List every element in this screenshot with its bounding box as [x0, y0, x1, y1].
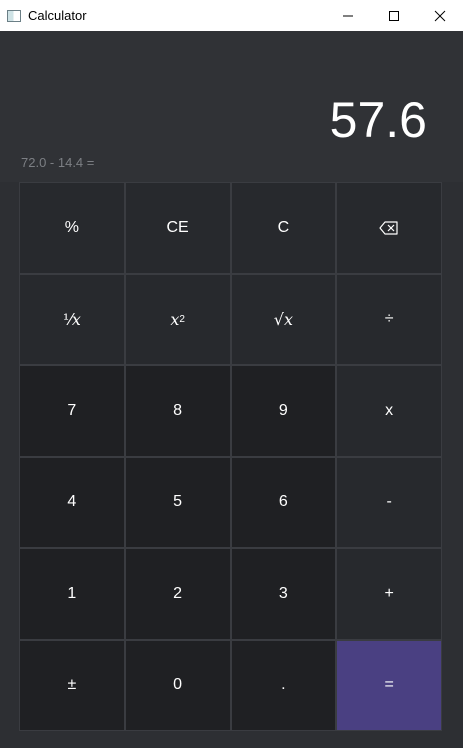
multiply-button[interactable]: x — [337, 366, 441, 456]
sqrt-symbol: √ — [273, 309, 284, 329]
digit-1-button[interactable]: 1 — [20, 549, 124, 639]
digit-2-button[interactable]: 2 — [125, 549, 230, 639]
digit-0-button[interactable]: 0 — [125, 640, 230, 730]
backspace-icon — [379, 221, 398, 235]
digit-3-button[interactable]: 3 — [231, 549, 336, 639]
square-var: x — [170, 309, 180, 329]
maximize-button[interactable] — [371, 0, 417, 31]
clear-entry-button[interactable]: CE — [125, 183, 230, 273]
clear-button[interactable]: C — [231, 183, 336, 273]
square-button[interactable]: x2 — [125, 274, 230, 364]
digit-9-button[interactable]: 9 — [231, 366, 336, 456]
sqrt-var: x — [283, 309, 293, 329]
window-title: Calculator — [28, 8, 87, 23]
negate-button[interactable]: ± — [20, 640, 124, 730]
plus-button[interactable]: + — [337, 549, 441, 639]
calculator-window: Calculator 57.6 72.0 - 14.4 = % CE C ⅟ x… — [0, 0, 463, 748]
digit-7-button[interactable]: 7 — [20, 366, 124, 456]
digit-8-button[interactable]: 8 — [125, 366, 230, 456]
maximize-icon — [389, 10, 399, 21]
digit-4-button[interactable]: 4 — [20, 457, 124, 547]
square-root-button[interactable]: √ x — [231, 274, 336, 364]
keypad: % CE C ⅟x x2 √ x ÷ 7 8 9 x 4 5 6 - 1 2 3… — [19, 182, 442, 731]
decimal-button[interactable]: . — [231, 640, 336, 730]
equals-button[interactable]: = — [337, 640, 441, 730]
digit-5-button[interactable]: 5 — [125, 457, 230, 547]
display-area: 57.6 72.0 - 14.4 = — [0, 31, 463, 182]
minimize-button[interactable] — [325, 0, 371, 31]
divide-button[interactable]: ÷ — [337, 274, 441, 364]
calculator-icon — [7, 9, 21, 22]
expression-display: 72.0 - 14.4 = — [21, 155, 95, 170]
square-exponent: 2 — [179, 313, 185, 325]
minus-button[interactable]: - — [337, 457, 441, 547]
close-button[interactable] — [417, 0, 463, 31]
digit-6-button[interactable]: 6 — [231, 457, 336, 547]
reciprocal-var: x — [71, 309, 81, 329]
result-display: 57.6 — [329, 92, 427, 148]
close-icon — [434, 10, 446, 21]
percent-button[interactable]: % — [20, 183, 124, 273]
title-bar: Calculator — [0, 0, 463, 31]
backspace-button[interactable] — [337, 183, 441, 273]
reciprocal-button[interactable]: ⅟x — [20, 274, 124, 364]
minimize-icon — [343, 15, 353, 16]
reciprocal-num: ⅟ — [62, 309, 72, 329]
